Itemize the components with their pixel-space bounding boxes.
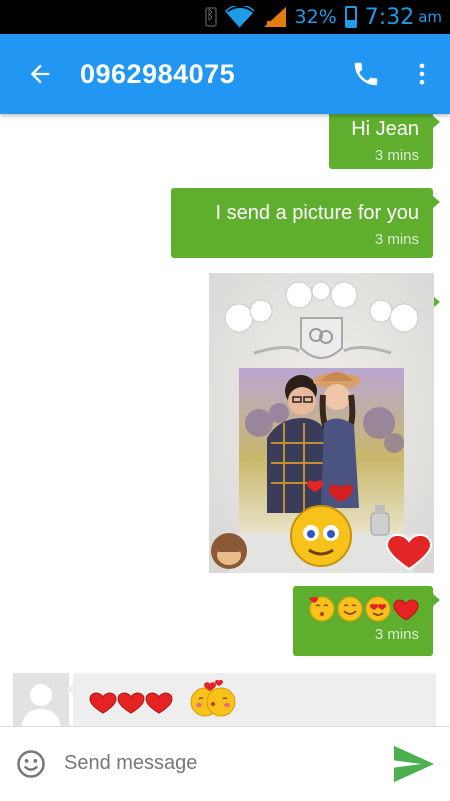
status-bar: 32% 7:32 am (0, 0, 450, 34)
contact-title: 0962984075 (80, 58, 236, 89)
default-avatar-icon (13, 673, 69, 726)
kissing-face-icon (309, 596, 335, 622)
wifi-icon (224, 6, 255, 28)
message-time: 3 mins (374, 147, 419, 164)
emoji-button[interactable] (0, 727, 62, 801)
send-button[interactable] (378, 727, 450, 801)
message-bubble-incoming[interactable] (67, 673, 436, 726)
emoji-row (89, 679, 243, 718)
arrow-back-icon (30, 64, 50, 84)
message-list[interactable]: Hi Jean 3 mins I send a picture for you … (0, 114, 450, 726)
clock: 7:32 (364, 4, 415, 30)
wedding-photo (209, 273, 434, 573)
message-text: Hi Jean (351, 118, 419, 140)
battery-percent: 32% (294, 6, 337, 28)
battery-icon (344, 6, 357, 28)
message-text: I send a picture for you (215, 202, 419, 224)
clock-ampm: am (418, 8, 442, 26)
photo-message[interactable] (209, 273, 440, 573)
more-vert-icon (419, 63, 425, 85)
red-heart-icon (145, 692, 173, 714)
call-button[interactable] (338, 34, 394, 114)
heart-eyes-face-icon (365, 596, 391, 622)
phone-icon (354, 62, 378, 86)
red-heart-icon (393, 599, 419, 621)
emoji-row (307, 596, 419, 622)
message-time: 3 mins (374, 626, 419, 643)
signal-icon (263, 6, 287, 28)
app-bar: 0962984075 (0, 34, 450, 114)
bluetooth-icon (204, 7, 217, 27)
more-options-button[interactable] (394, 34, 450, 114)
kissing-couple-icon (190, 679, 236, 717)
contact-avatar[interactable] (13, 673, 69, 726)
smiling-face-icon (337, 596, 363, 622)
smiley-icon (17, 749, 45, 778)
message-composer (0, 726, 450, 800)
message-input[interactable] (62, 742, 378, 785)
send-icon (394, 745, 434, 782)
message-bubble[interactable]: 3 mins (293, 586, 440, 656)
message-time: 3 mins (374, 231, 419, 248)
message-bubble[interactable]: I send a picture for you 3 mins (171, 188, 440, 258)
red-heart-icon (117, 692, 145, 714)
message-bubble[interactable]: Hi Jean 3 mins (329, 114, 440, 169)
back-button[interactable] (0, 34, 80, 114)
red-heart-icon (89, 692, 117, 714)
